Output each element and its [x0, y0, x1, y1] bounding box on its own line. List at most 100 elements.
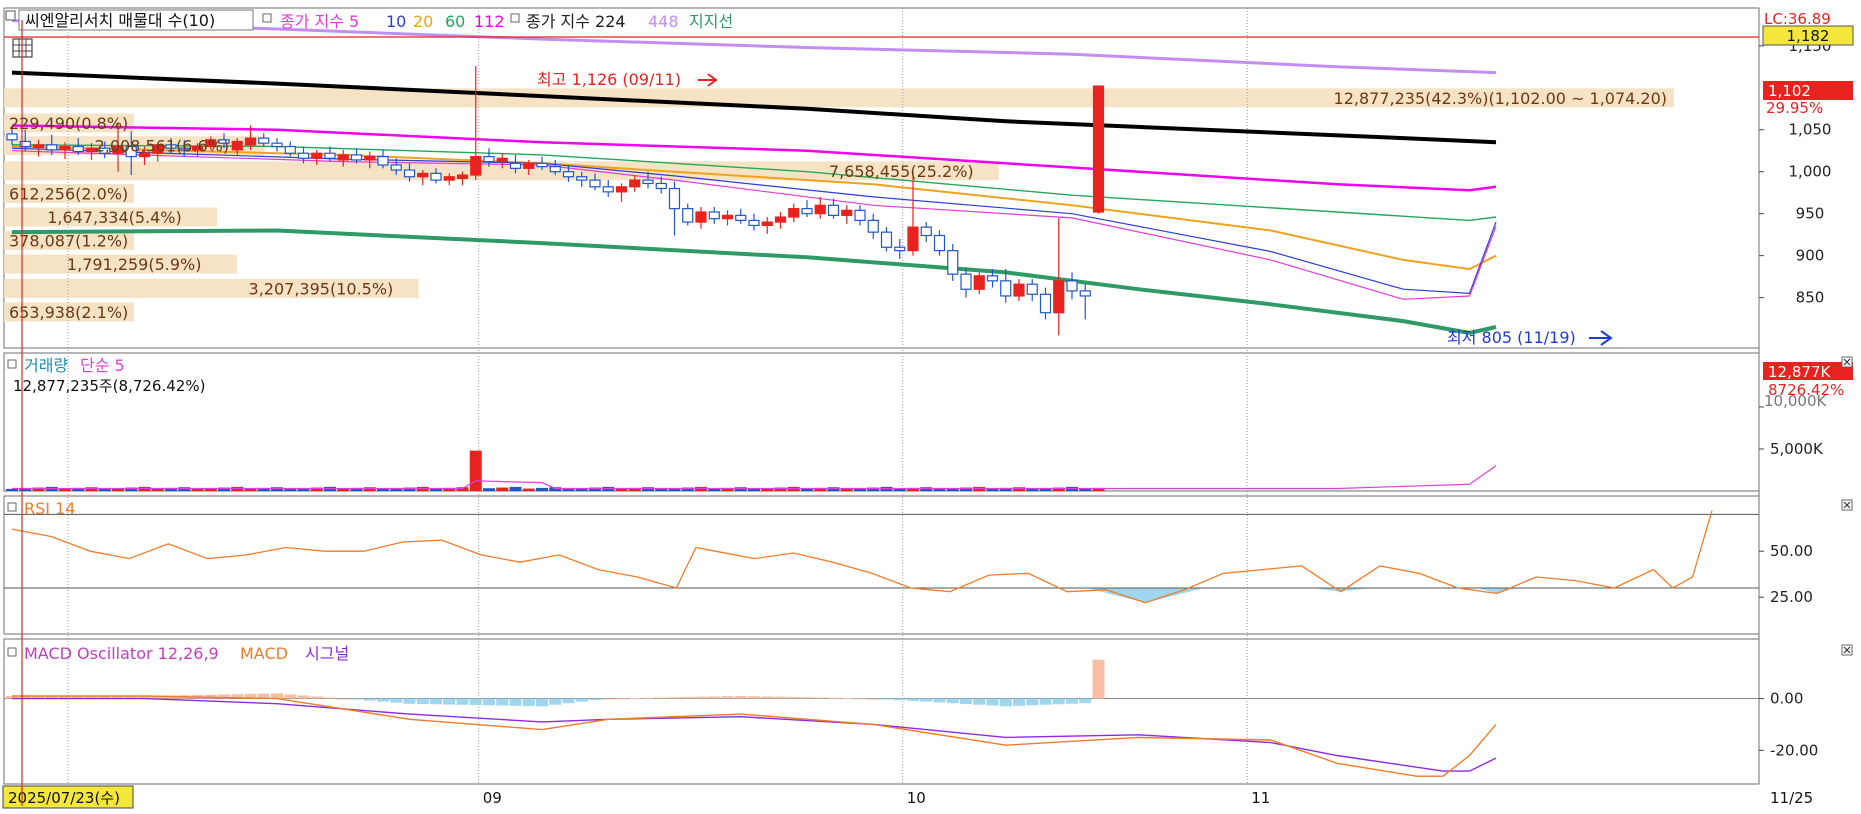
candle-body [496, 157, 508, 163]
candle-body [629, 179, 641, 188]
candle-body [32, 144, 45, 148]
max-price-note: 최고 1,126 (09/11) [537, 70, 681, 89]
candle-body [1039, 293, 1052, 314]
macd-oscillator-bar [1079, 698, 1092, 704]
last-price-label: 1,102 [1768, 82, 1811, 100]
volume-profile-label: 378,087(1.2%) [9, 232, 128, 251]
candle-body [59, 145, 71, 151]
hline-price-label: 1,182 [1787, 27, 1830, 45]
macd-oscillator-bar [1013, 698, 1025, 706]
macd-oscillator-bar [642, 697, 654, 699]
volume-bar [933, 488, 946, 491]
y-tick-label: 1,050 [1789, 121, 1832, 139]
volume-legend-label: 거래량 [24, 356, 68, 375]
macd-oscillator-bar [814, 697, 827, 699]
volume-bar [509, 486, 522, 491]
macd-oscillator-bar [390, 698, 403, 703]
candle-body [615, 186, 628, 193]
legend-ma-label: 종가 지수 5 [280, 12, 359, 31]
candle-body [377, 155, 389, 166]
macd-oscillator-bar [456, 698, 469, 705]
macd-oscillator-bar [946, 698, 959, 704]
macd-oscillator-bar [695, 696, 707, 699]
macd-oscillator-bar [271, 693, 283, 699]
candle-body [761, 221, 773, 227]
macd-oscillator-bar [761, 696, 774, 699]
legend-ma224-label: 종가 지수 224 [526, 12, 626, 31]
volume-bar [549, 487, 562, 491]
x-tick-label: 09 [483, 789, 502, 807]
candle-body [655, 182, 667, 190]
chart-background [0, 0, 1861, 814]
panel-toggle-icon[interactable] [7, 502, 17, 512]
macd-oscillator-bar [602, 698, 615, 700]
candle-body [324, 152, 336, 159]
candle-body [721, 214, 734, 220]
panel-toggle-icon[interactable] [7, 647, 17, 657]
signal-legend-label: 시그널 [305, 644, 349, 663]
candle-body [854, 209, 866, 221]
volume-bar [734, 487, 747, 491]
volume-bar [655, 488, 668, 491]
volume-bar [1026, 488, 1039, 491]
macd-oscillator-bar [655, 697, 668, 699]
legend-ma112-label: 112 [474, 12, 505, 31]
candle-body [880, 231, 893, 248]
candle-body [470, 155, 482, 176]
candle-body [536, 162, 548, 168]
candle-body [867, 219, 879, 233]
candle-body [748, 219, 760, 227]
macd-oscillator-bar [721, 696, 734, 699]
candle-body [417, 172, 429, 178]
macd-oscillator-bar [483, 698, 495, 706]
volume-bar [536, 487, 548, 491]
y-tick-label: 5,000K [1770, 440, 1824, 458]
volume-bar [98, 488, 111, 491]
macd-oscillator-bar [589, 698, 601, 701]
change-pct-label: 29.95% [1766, 99, 1823, 117]
candle-body [827, 204, 840, 216]
candle-body [814, 204, 826, 215]
macd-oscillator-bar [1066, 698, 1078, 704]
volume-profile-label: 7,658,455(25.2%) [829, 162, 974, 181]
macd-oscillator-bar [867, 698, 880, 700]
rsi-legend-label: RSI 14 [24, 499, 75, 518]
volume-profile-label: 3,207,395(10.5%) [249, 279, 394, 298]
y-tick-label: 0.00 [1770, 690, 1803, 708]
candle-body [562, 171, 575, 178]
candle-body [337, 154, 349, 161]
macd-oscillator-bar [416, 698, 429, 704]
volume-ma-legend-label: 단순 5 [80, 356, 125, 375]
candle-body [735, 214, 747, 221]
panel-toggle-icon[interactable] [5, 10, 16, 21]
macd-oscillator-bar [854, 698, 866, 700]
candle-body [456, 174, 469, 180]
macd-oscillator-bar [284, 694, 297, 699]
volume-bar [483, 488, 495, 491]
macd-oscillator-bar [324, 697, 336, 699]
y-tick-label: 900 [1796, 247, 1825, 265]
candle-body [1000, 280, 1012, 297]
macd-oscillator-bar [960, 698, 972, 704]
volume-profile-label: 653,938(2.1%) [9, 303, 128, 322]
candle-body [668, 187, 681, 210]
chart-title: 씨엔알리서치 매물대 수(10) [25, 11, 215, 30]
legend-toggle-icon[interactable] [510, 13, 520, 23]
candle-body [443, 176, 455, 181]
candle-body [642, 179, 654, 185]
candle-body [602, 186, 614, 193]
candle-body [708, 211, 720, 220]
candle-body [509, 162, 522, 169]
candle-body [774, 216, 787, 223]
macd-oscillator-bar [469, 698, 482, 706]
legend-toggle-icon[interactable] [262, 13, 272, 23]
panel-toggle-icon[interactable] [7, 359, 17, 369]
macd-oscillator-bar [628, 698, 641, 700]
macd-osc-legend-label: MACD Oscillator 12,26,9 [24, 644, 219, 663]
volume-bar [284, 488, 297, 491]
volume-last-label: 12,877K [1768, 363, 1831, 381]
y-tick-label: 850 [1796, 289, 1825, 307]
volume-bar [1013, 487, 1025, 491]
candle-body [483, 155, 495, 163]
macd-oscillator-bar [562, 698, 575, 704]
